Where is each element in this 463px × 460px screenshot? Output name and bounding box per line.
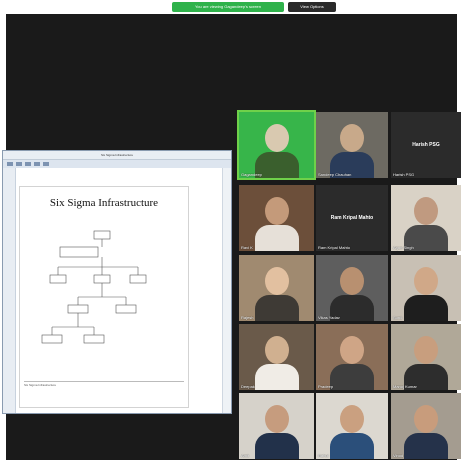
- diagram-box: [115, 304, 137, 314]
- participant-head: [414, 405, 438, 433]
- participant-name-label: Pradeep: [318, 384, 334, 389]
- participant-head: [414, 197, 438, 225]
- participant-name-label: Manoj Kumar: [393, 384, 417, 389]
- ribbon-toolbar: [3, 160, 231, 168]
- participant-name-label: Sandeep Chauhan: [318, 172, 352, 177]
- slide-thumbnail-pane: [3, 168, 16, 413]
- top-bar: You are viewing Gagandeep's screen View …: [0, 0, 463, 14]
- participant-body: [254, 225, 299, 251]
- diagram-box: [59, 246, 99, 258]
- diagram-box: [93, 230, 111, 240]
- participant-name-display: Harish PSG: [412, 142, 440, 148]
- participant-tile[interactable]: Ravi K: [239, 185, 314, 251]
- participant-name-label: Arjun Singh: [393, 245, 414, 250]
- participant-name-label: Harish PSG: [393, 172, 415, 177]
- participant-head: [264, 336, 289, 364]
- ribbon-icon: [25, 162, 31, 166]
- participant-head: [264, 405, 289, 433]
- presentation-area: Six Sigma Infrastructure Six Sigma Infra…: [3, 168, 231, 413]
- participant-body: [254, 364, 299, 390]
- participant-head: [340, 336, 364, 364]
- participant-body: [330, 364, 374, 390]
- diagram-box: [93, 274, 111, 284]
- participant-tile[interactable]: Vinod: [391, 393, 461, 459]
- participant-tile[interactable]: Rahul: [316, 393, 388, 459]
- participant-head: [340, 405, 364, 433]
- participant-head: [264, 197, 289, 225]
- participant-tile[interactable]: Sandeep Chauhan: [316, 112, 388, 178]
- ribbon-icon: [34, 162, 40, 166]
- participant-name-label: Deepak: [241, 384, 255, 389]
- participant-body: [330, 433, 374, 459]
- participant-name-label: Rajesh: [241, 315, 254, 320]
- ribbon-icon: [43, 162, 49, 166]
- view-options-button[interactable]: View Options: [288, 2, 336, 12]
- org-chart-diagram: [41, 230, 147, 344]
- shared-window-title: Six Sigma Infrastructure: [3, 151, 231, 160]
- participant-name-label: Amit: [241, 453, 249, 458]
- participant-head: [340, 267, 364, 295]
- participant-tile[interactable]: Gagandeep: [237, 110, 316, 180]
- diagram-box: [41, 334, 63, 344]
- participant-body: [254, 433, 299, 459]
- participant-tile[interactable]: Arjun Singh: [391, 185, 461, 251]
- participant-head: [264, 267, 289, 295]
- diagram-box: [129, 274, 147, 284]
- diagram-box: [83, 334, 105, 344]
- slide-footer: Six Sigma Infrastructure: [24, 381, 184, 388]
- participant-name-label: Ravi K: [241, 245, 253, 250]
- participant-name-label: Sunil: [393, 315, 402, 320]
- participant-tile[interactable]: Manoj Kumar: [391, 324, 461, 390]
- slide-canvas: Six Sigma Infrastructure Six Sigma Infra…: [19, 186, 189, 408]
- participant-tile[interactable]: Deepak: [239, 324, 314, 390]
- participant-tile[interactable]: Ram Kripal Mahto Ram Kripal Mahto: [316, 185, 388, 251]
- participant-body: [404, 295, 448, 321]
- participant-head: [414, 336, 438, 364]
- participant-name-label: Ram Kripal Mahto: [318, 245, 351, 250]
- participant-tile[interactable]: Harish PSG Harish PSG: [391, 112, 461, 178]
- participant-body: [404, 433, 448, 459]
- participant-head: [340, 124, 364, 152]
- participant-tile[interactable]: Sunil: [391, 255, 461, 321]
- participant-name-label: Vinod: [393, 453, 404, 458]
- participant-name-label: Gagandeep: [241, 172, 262, 177]
- slide-title: Six Sigma Infrastructure: [49, 197, 159, 209]
- diagram-box: [67, 304, 89, 314]
- ribbon-icon: [7, 162, 13, 166]
- screen-share-banner[interactable]: You are viewing Gagandeep's screen: [172, 2, 284, 12]
- participant-tile[interactable]: Amit: [239, 393, 314, 459]
- participant-name-label: Rahul: [318, 453, 329, 458]
- diagram-box: [49, 274, 67, 284]
- participant-head: [414, 267, 438, 295]
- vertical-scrollbar[interactable]: [222, 168, 231, 413]
- participant-head: [264, 124, 289, 152]
- shared-screen-window[interactable]: Six Sigma Infrastructure Six Sigma Infra…: [2, 150, 232, 414]
- participant-name-label: Vikas Yadav: [318, 315, 340, 320]
- ribbon-icon: [16, 162, 22, 166]
- participant-tile[interactable]: Rajesh: [239, 255, 314, 321]
- participant-body: [254, 295, 299, 321]
- participant-tile[interactable]: Pradeep: [316, 324, 388, 390]
- participant-tile[interactable]: Vikas Yadav: [316, 255, 388, 321]
- participant-name-display: Ram Kripal Mahto: [330, 215, 374, 221]
